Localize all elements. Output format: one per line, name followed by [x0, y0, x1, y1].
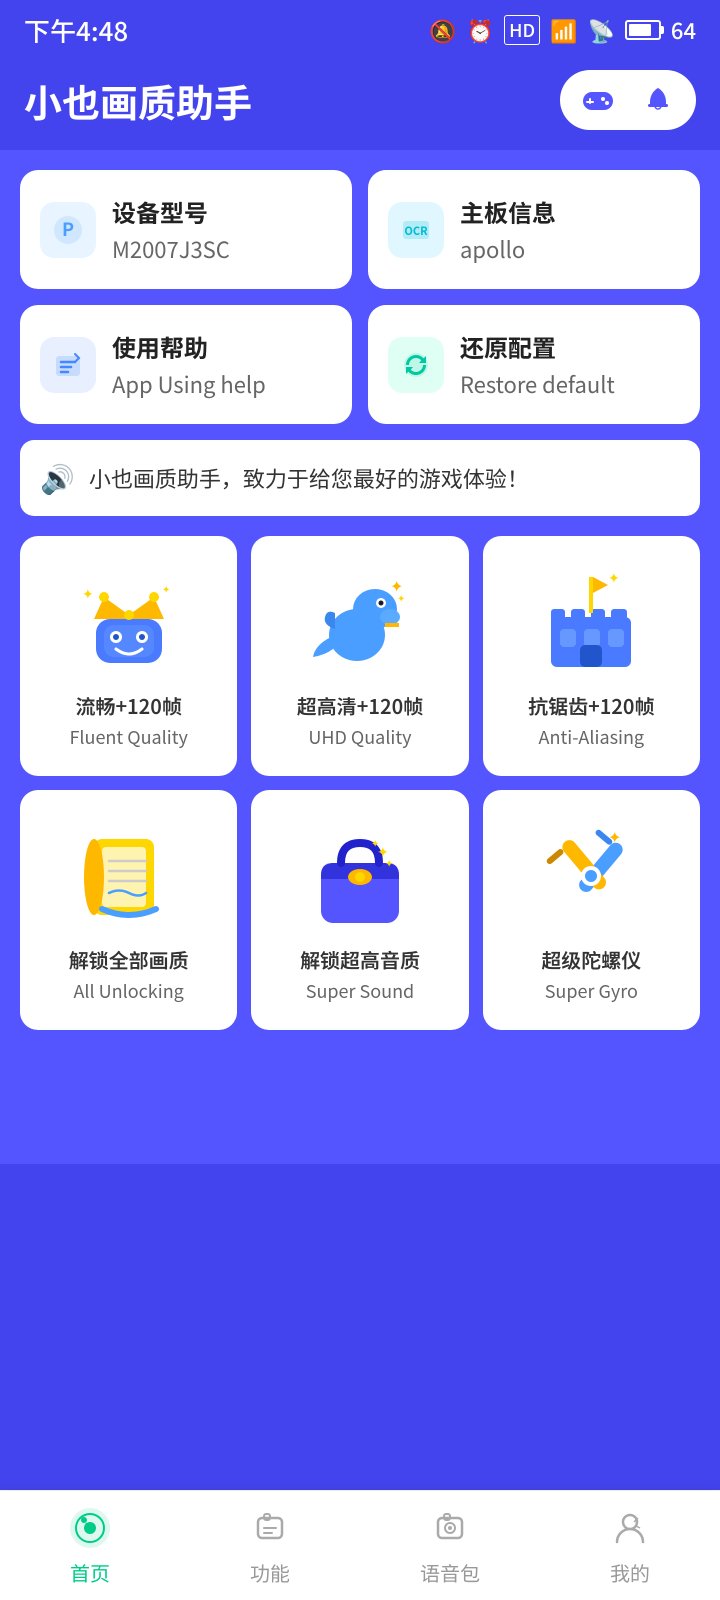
- fluent-quality-cn: 流畅+120帧: [69, 691, 187, 720]
- restore-icon: [388, 337, 444, 393]
- device-model-icon: P: [40, 202, 96, 258]
- fluent-quality-en: Fluent Quality: [69, 724, 187, 750]
- anti-aliasing-text: 抗锯齿+120帧 Anti-Aliasing: [528, 691, 654, 750]
- all-unlocking-card[interactable]: 解锁全部画质 All Unlocking: [20, 790, 237, 1030]
- notice-bar: 🔊 小也画质助手，致力于给您最好的游戏体验！: [20, 440, 700, 516]
- motherboard-text: 主板信息 apollo: [460, 194, 556, 265]
- device-model-value: M2007J3SC: [112, 233, 230, 265]
- super-gyro-card[interactable]: ✦ ✦ 超级陀螺仪 Super Gyro: [483, 790, 700, 1030]
- use-help-text: 使用帮助 App Using help: [112, 329, 266, 400]
- svg-text:P: P: [62, 216, 74, 242]
- notice-icon: 🔊: [40, 458, 75, 498]
- restore-default-card[interactable]: 还原配置 Restore default: [368, 305, 700, 424]
- use-help-card[interactable]: 使用帮助 App Using help: [20, 305, 352, 424]
- nav-voice-pack-label: 语音包: [420, 1558, 480, 1587]
- game-controller-button[interactable]: [576, 78, 620, 122]
- header: 小也画质助手: [0, 60, 720, 150]
- super-gyro-cn: 超级陀螺仪: [541, 945, 641, 974]
- svg-text:✦: ✦: [371, 835, 379, 850]
- motherboard-title: 主板信息: [460, 194, 556, 229]
- use-help-icon: [40, 337, 96, 393]
- alarm-icon: ⏰: [467, 14, 494, 46]
- scroll-icon: [74, 821, 184, 931]
- nav-mine[interactable]: 我的: [580, 1504, 680, 1587]
- svg-text:✦: ✦: [162, 581, 170, 596]
- gyro-icon: ✦ ✦: [536, 821, 646, 931]
- all-unlocking-text: 解锁全部画质 All Unlocking: [69, 945, 189, 1004]
- silent-icon: 🔕: [429, 14, 456, 46]
- wifi-icon: 📡: [588, 14, 615, 46]
- function-icon: [246, 1504, 294, 1552]
- restore-title: 还原配置: [460, 329, 615, 364]
- status-bar: 下午4:48 🔕 ⏰ HD 📶 📡 64: [0, 0, 720, 60]
- all-unlocking-en: All Unlocking: [69, 978, 189, 1004]
- super-sound-text: 解锁超高音质 Super Sound: [300, 945, 420, 1004]
- main-content: P 设备型号 M2007J3SC OCR 主板信息 apollo: [0, 150, 720, 1164]
- svg-text:✦: ✦: [82, 584, 94, 604]
- anti-aliasing-card[interactable]: ✦ 抗锯齿+120帧 Anti-Aliasing: [483, 536, 700, 776]
- home-icon: [66, 1504, 114, 1552]
- use-help-subtitle: App Using help: [112, 368, 266, 400]
- status-time: 下午4:48: [24, 12, 128, 49]
- nav-mine-label: 我的: [610, 1558, 650, 1587]
- mine-icon: [606, 1504, 654, 1552]
- all-unlocking-cn: 解锁全部画质: [69, 945, 189, 974]
- motherboard-card[interactable]: OCR 主板信息 apollo: [368, 170, 700, 289]
- battery-level: 64: [671, 14, 696, 46]
- signal-icon: 📶: [550, 14, 577, 46]
- status-icons: 🔕 ⏰ HD 📶 📡 64: [429, 14, 696, 46]
- fluent-quality-card[interactable]: ✦ ✦ 流畅+120帧 Fluent Quality: [20, 536, 237, 776]
- info-cards-row2: 使用帮助 App Using help 还原配置 Restore default: [20, 305, 700, 424]
- uhd-quality-text: 超高清+120帧 UHD Quality: [297, 691, 423, 750]
- bag-icon: ✦ ✦ ✦: [305, 821, 415, 931]
- feature-grid-row2: 解锁全部画质 All Unlocking: [20, 790, 700, 1030]
- super-sound-en: Super Sound: [300, 978, 420, 1004]
- restore-text: 还原配置 Restore default: [460, 329, 615, 400]
- use-help-title: 使用帮助: [112, 329, 266, 364]
- svg-text:✦: ✦: [608, 568, 620, 588]
- bottom-nav: 首页 功能 语音包: [0, 1490, 720, 1600]
- battery-icon: [625, 20, 661, 40]
- app-title: 小也画质助手: [24, 73, 252, 128]
- info-cards-row1: P 设备型号 M2007J3SC OCR 主板信息 apollo: [20, 170, 700, 289]
- notice-text: 小也画质助手，致力于给您最好的游戏体验！: [89, 462, 529, 494]
- anti-aliasing-cn: 抗锯齿+120帧: [528, 691, 654, 720]
- motherboard-value: apollo: [460, 233, 556, 265]
- super-gyro-text: 超级陀螺仪 Super Gyro: [541, 945, 641, 1004]
- main-scroll-area: P 设备型号 M2007J3SC OCR 主板信息 apollo: [0, 150, 720, 1164]
- device-model-title: 设备型号: [112, 194, 230, 229]
- super-gyro-en: Super Gyro: [541, 978, 641, 1004]
- restore-subtitle: Restore default: [460, 368, 615, 400]
- super-sound-cn: 解锁超高音质: [300, 945, 420, 974]
- anti-aliasing-en: Anti-Aliasing: [528, 724, 654, 750]
- svg-text:✦: ✦: [397, 590, 405, 605]
- tower-icon: ✦: [536, 567, 646, 677]
- nav-function[interactable]: 功能: [220, 1504, 320, 1587]
- voice-pack-icon: [426, 1504, 474, 1552]
- device-model-text: 设备型号 M2007J3SC: [112, 194, 230, 265]
- nav-function-label: 功能: [250, 1558, 290, 1587]
- super-sound-card[interactable]: ✦ ✦ ✦ 解锁超高音质 Super Sound: [251, 790, 468, 1030]
- svg-text:✦: ✦: [385, 855, 393, 870]
- nav-home[interactable]: 首页: [40, 1504, 140, 1587]
- fluent-quality-text: 流畅+120帧 Fluent Quality: [69, 691, 187, 750]
- svg-text:OCR: OCR: [404, 223, 428, 239]
- uhd-quality-card[interactable]: ✦ ✦ 超高清+120帧 UHD Quality: [251, 536, 468, 776]
- motherboard-icon: OCR: [388, 202, 444, 258]
- svg-text:✦: ✦: [614, 843, 622, 858]
- uhd-quality-cn: 超高清+120帧: [297, 691, 423, 720]
- header-actions: [560, 70, 696, 130]
- device-model-card[interactable]: P 设备型号 M2007J3SC: [20, 170, 352, 289]
- feature-grid-row1: ✦ ✦ 流畅+120帧 Fluent Quality: [20, 536, 700, 776]
- nav-home-label: 首页: [70, 1558, 110, 1587]
- hd-badge: HD: [504, 15, 540, 45]
- notification-button[interactable]: [636, 78, 680, 122]
- crown-icon: ✦ ✦: [74, 567, 184, 677]
- uhd-quality-en: UHD Quality: [297, 724, 423, 750]
- dino-icon: ✦ ✦: [305, 567, 415, 677]
- nav-voice-pack[interactable]: 语音包: [400, 1504, 500, 1587]
